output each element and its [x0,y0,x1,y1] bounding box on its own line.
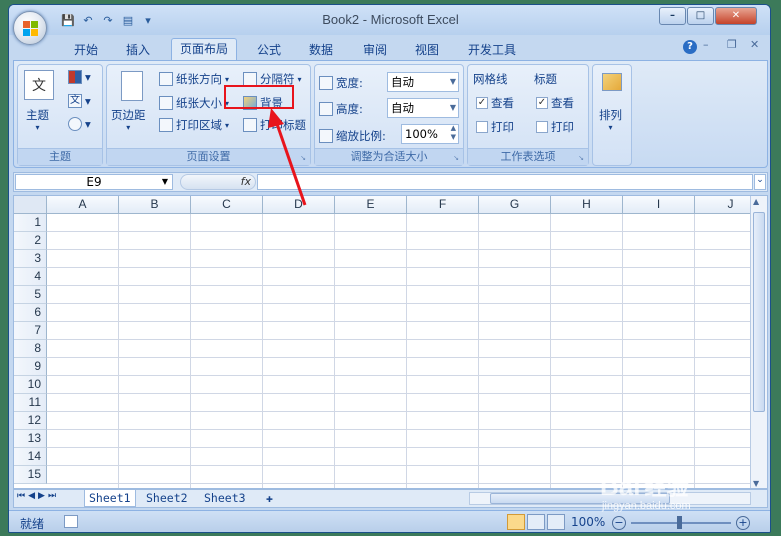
annotation-arrow [268,108,307,206]
watermark-logo: Bai 经验 [600,471,689,501]
watermark-url: jingyan.baidu.com [602,500,691,512]
